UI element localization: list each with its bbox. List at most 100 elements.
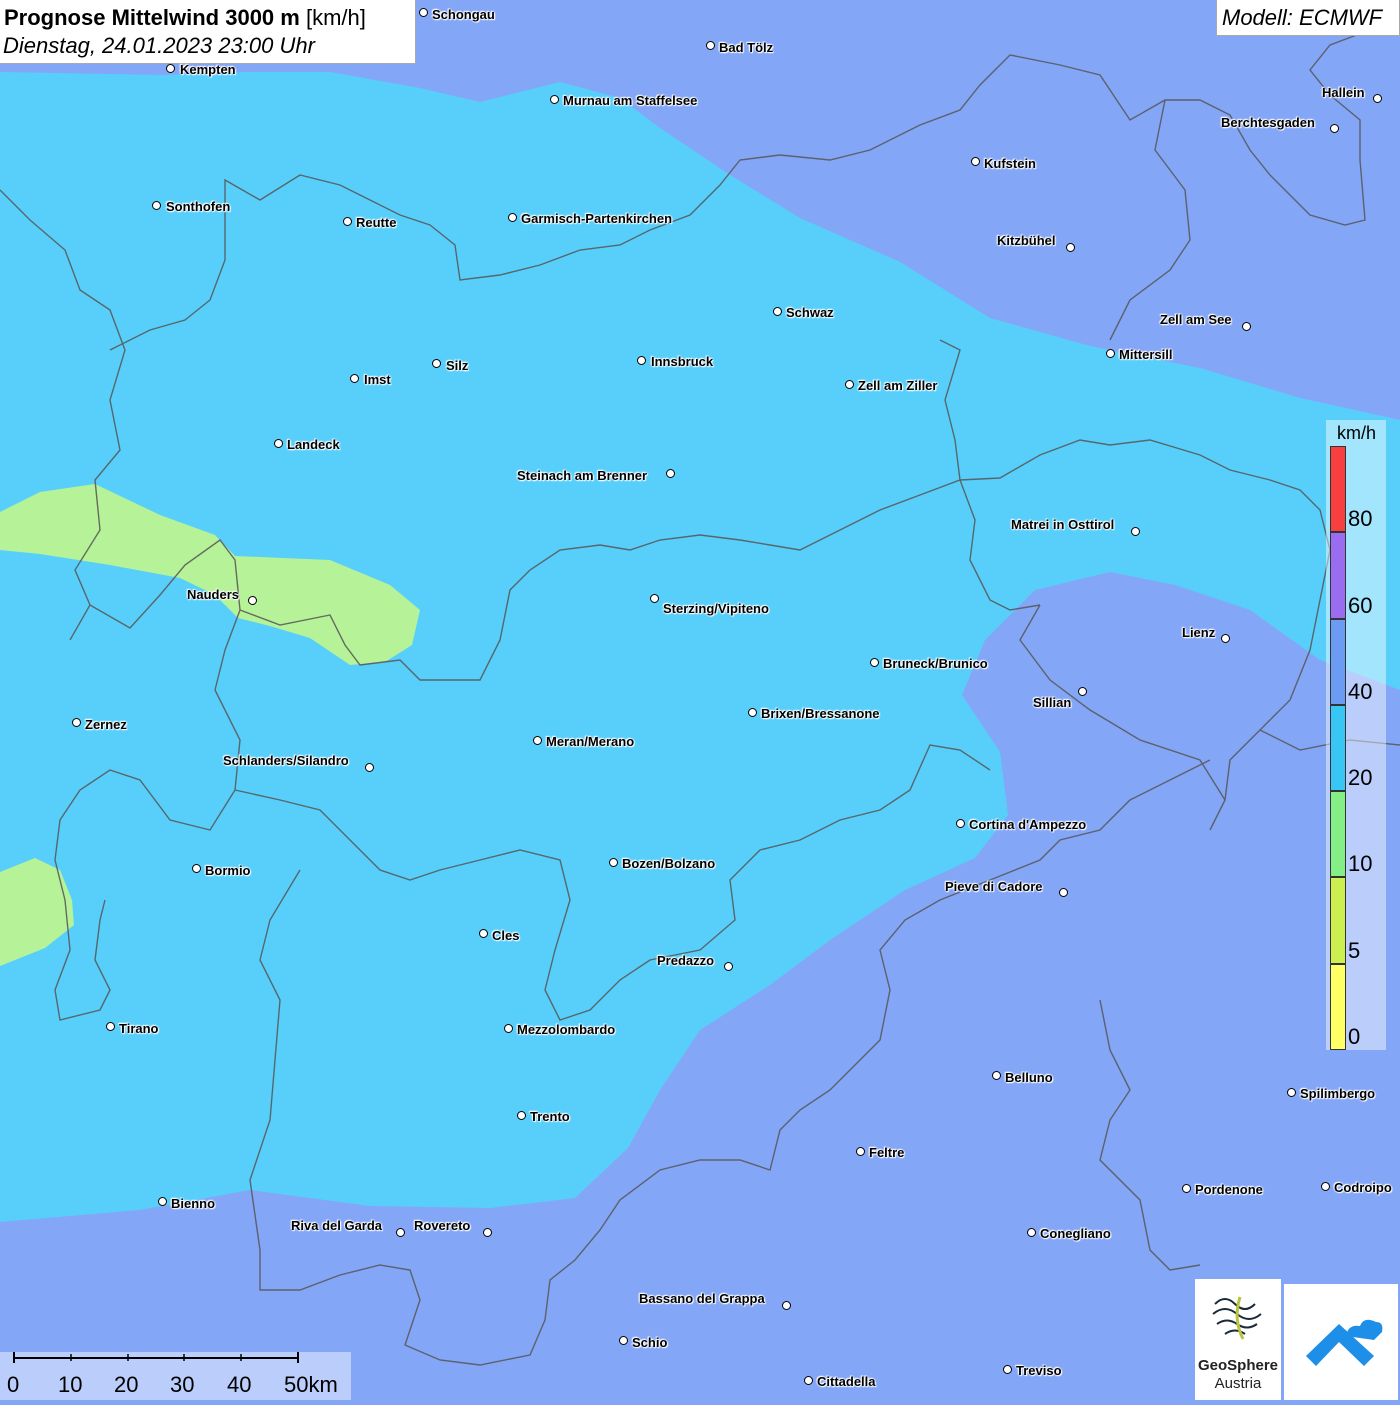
city-marker bbox=[992, 1071, 1001, 1080]
city-label: Trento bbox=[530, 1109, 570, 1124]
city-label: Bormio bbox=[205, 863, 251, 878]
geosphere-logo: GeoSphere Austria bbox=[1195, 1279, 1281, 1400]
city-marker bbox=[666, 469, 675, 478]
city-marker bbox=[192, 864, 201, 873]
city-label: Mittersill bbox=[1119, 347, 1173, 362]
weather-app-icon bbox=[1306, 1319, 1383, 1366]
city-marker bbox=[517, 1111, 526, 1120]
city-label: Lienz bbox=[1182, 625, 1216, 640]
city-label: Sillian bbox=[1033, 695, 1072, 710]
city-marker bbox=[396, 1228, 405, 1237]
city-marker bbox=[343, 217, 352, 226]
scale-label-0: 0 bbox=[7, 1372, 20, 1397]
city-marker bbox=[1106, 349, 1115, 358]
geosphere-emblem-icon bbox=[1212, 1296, 1262, 1340]
map-title-unit: [km/h] bbox=[305, 5, 366, 30]
map-subtitle: Dienstag, 24.01.2023 23:00 Uhr bbox=[3, 33, 315, 58]
city-marker bbox=[1182, 1184, 1191, 1193]
city-marker bbox=[706, 41, 715, 50]
city-label: Sterzing/Vipiteno bbox=[663, 601, 769, 616]
city-label: Matrei in Osttirol bbox=[1011, 517, 1115, 532]
city-marker bbox=[1242, 322, 1251, 331]
city-label: Kempten bbox=[180, 62, 236, 77]
map-title: Prognose Mittelwind 3000 m [km/h] bbox=[4, 5, 366, 31]
city-marker bbox=[106, 1022, 115, 1031]
legend-color-80 bbox=[1330, 446, 1346, 533]
city-label: Steinach am Brenner bbox=[517, 468, 648, 483]
city-label: Reutte bbox=[356, 215, 397, 230]
city-marker bbox=[773, 307, 782, 316]
city-marker bbox=[1131, 527, 1140, 536]
city-marker bbox=[248, 596, 257, 605]
legend-color-40 bbox=[1330, 618, 1346, 705]
city-marker bbox=[650, 594, 659, 603]
city-label: Treviso bbox=[1016, 1363, 1062, 1378]
city-label: Murnau am Staffelsee bbox=[563, 93, 698, 108]
city-label: Tirano bbox=[119, 1021, 159, 1036]
city-label: Zernez bbox=[85, 717, 127, 732]
city-marker bbox=[856, 1147, 865, 1156]
city-marker bbox=[350, 374, 359, 383]
city-label: Landeck bbox=[287, 437, 340, 452]
city-label: Belluno bbox=[1005, 1070, 1053, 1085]
legend-color-60 bbox=[1330, 532, 1346, 619]
city-marker bbox=[845, 380, 854, 389]
city-marker bbox=[1321, 1182, 1330, 1191]
city-marker bbox=[1078, 687, 1087, 696]
city-label: Codroipo bbox=[1334, 1180, 1392, 1195]
city-label: Bozen/Bolzano bbox=[622, 856, 716, 871]
city-label: Zell am Ziller bbox=[858, 378, 938, 393]
city-marker bbox=[1059, 888, 1068, 897]
city-label: Hallein bbox=[1322, 85, 1365, 100]
city-marker bbox=[870, 658, 879, 667]
city-label: Sonthofen bbox=[166, 199, 231, 214]
city-marker bbox=[504, 1024, 513, 1033]
city-marker bbox=[533, 736, 542, 745]
legend-label-10: 10 bbox=[1348, 851, 1373, 877]
city-marker bbox=[550, 95, 559, 104]
city-marker bbox=[609, 858, 618, 867]
city-marker bbox=[637, 356, 646, 365]
legend-color-0 bbox=[1330, 963, 1346, 1050]
city-marker bbox=[971, 157, 980, 166]
city-label: Kitzbühel bbox=[997, 233, 1056, 248]
city-marker bbox=[619, 1336, 628, 1345]
city-marker bbox=[804, 1376, 813, 1385]
legend-unit: km/h bbox=[1337, 423, 1377, 443]
city-label: Predazzo bbox=[657, 953, 715, 968]
city-marker bbox=[508, 213, 517, 222]
app-logo bbox=[1284, 1284, 1398, 1400]
legend-label-0: 0 bbox=[1348, 1024, 1361, 1049]
city-marker bbox=[724, 962, 733, 971]
city-marker bbox=[419, 8, 428, 17]
city-label: Brixen/Bressanone bbox=[761, 706, 880, 721]
city-marker bbox=[152, 201, 161, 210]
legend-label-40: 40 bbox=[1348, 678, 1373, 704]
city-label: Schio bbox=[632, 1335, 668, 1350]
scale-label-50km: 50km bbox=[284, 1372, 338, 1397]
city-marker bbox=[1066, 243, 1075, 252]
city-marker bbox=[72, 718, 81, 727]
city-label: Imst bbox=[364, 372, 391, 387]
city-label: Feltre bbox=[869, 1145, 905, 1160]
city-label: Silz bbox=[446, 358, 469, 373]
city-marker bbox=[1287, 1088, 1296, 1097]
title-box: Prognose Mittelwind 3000 m [km/h] Dienst… bbox=[0, 0, 416, 64]
city-label: Nauders bbox=[187, 587, 240, 602]
legend-color-10 bbox=[1330, 791, 1346, 878]
city-label: Pieve di Cadore bbox=[945, 879, 1043, 894]
city-label: Kufstein bbox=[984, 156, 1036, 171]
map-title-main: Prognose Mittelwind 3000 m bbox=[4, 5, 300, 30]
legend-label-5: 5 bbox=[1348, 937, 1361, 963]
city-marker bbox=[1373, 94, 1382, 103]
city-marker bbox=[365, 763, 374, 772]
city-label: Pordenone bbox=[1195, 1182, 1263, 1197]
city-label: Bad Tölz bbox=[719, 40, 774, 55]
city-label: Innsbruck bbox=[651, 354, 714, 369]
city-marker bbox=[166, 64, 175, 73]
city-label: Spilimbergo bbox=[1300, 1086, 1376, 1101]
legend-label-60: 60 bbox=[1348, 592, 1373, 618]
legend-label-20: 20 bbox=[1348, 765, 1373, 791]
model-label: Modell: ECMWF bbox=[1222, 5, 1383, 30]
city-label: Rovereto bbox=[414, 1218, 471, 1233]
